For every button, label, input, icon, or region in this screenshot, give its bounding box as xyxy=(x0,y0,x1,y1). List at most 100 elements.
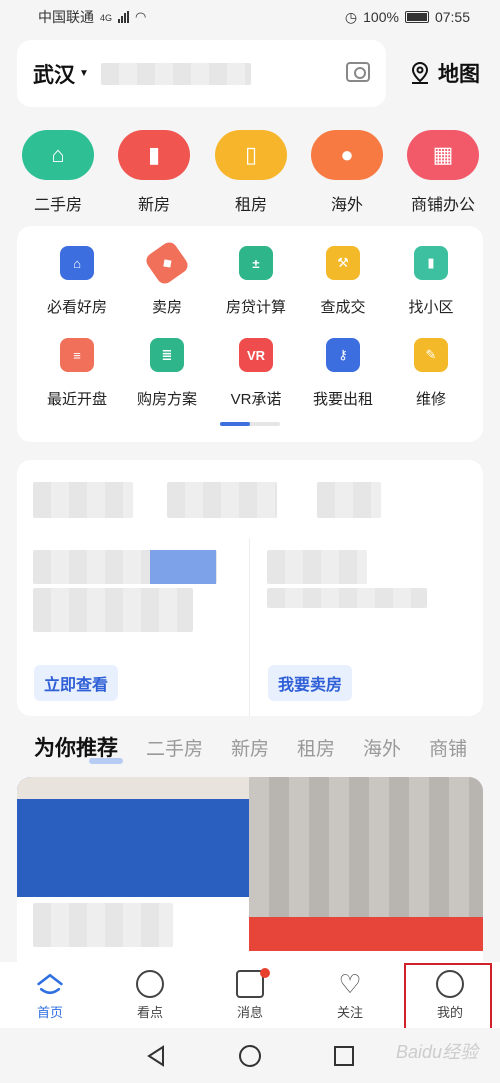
tool-label: 房贷计算 xyxy=(225,299,286,316)
nav-discover[interactable]: 看点 xyxy=(100,962,200,1028)
tab-recommend[interactable]: 为你推荐 xyxy=(34,732,123,764)
listing-image xyxy=(249,777,483,917)
home-circle-icon[interactable] xyxy=(238,1044,262,1068)
category-second-hand[interactable]: ⌂ 二手房 xyxy=(18,130,98,215)
tool-sell-house[interactable]: ◆ 卖房 xyxy=(121,239,213,317)
nav-label: 看点 xyxy=(136,1004,163,1020)
tool-rent-out[interactable]: ⚷ 我要出租 xyxy=(297,338,389,409)
page-indicator xyxy=(220,422,280,426)
shop-icon: ▦ xyxy=(407,130,479,180)
discover-icon xyxy=(136,969,164,998)
tab-new-house[interactable]: 新房 xyxy=(231,734,269,761)
signal-icon xyxy=(118,11,130,23)
key-icon: ⚷ xyxy=(326,338,360,372)
blurred-content xyxy=(150,550,216,584)
blurred-content xyxy=(167,482,277,518)
category-shop-office[interactable]: ▦ 商铺办公 xyxy=(403,130,483,215)
blurred-content xyxy=(267,588,427,608)
tool-label: 必看好房 xyxy=(46,299,107,316)
tool-label: 我要出租 xyxy=(312,391,373,408)
tool-label: VR承诺 xyxy=(230,391,282,408)
tool-vr-promise[interactable]: VR VR承诺 xyxy=(210,338,302,409)
battery-percent: 100% xyxy=(363,9,399,25)
blurred-content xyxy=(317,482,381,518)
tool-label: 最近开盘 xyxy=(46,391,107,408)
view-now-button[interactable]: 立即查看 xyxy=(34,665,119,701)
globe-icon: ● xyxy=(311,130,383,180)
home-icon xyxy=(37,973,63,994)
carrier-name: 中国联通 xyxy=(38,9,94,25)
map-pin-icon xyxy=(411,61,429,84)
tool-recent-opening[interactable]: ≡ 最近开盘 xyxy=(31,338,123,409)
tool-label: 找小区 xyxy=(408,299,454,316)
nav-label: 消息 xyxy=(236,1004,263,1020)
category-label: 商铺办公 xyxy=(410,197,475,214)
tool-label: 购房方案 xyxy=(136,391,197,408)
chart-icon: ≡ xyxy=(60,338,94,372)
highlight-box xyxy=(404,963,492,1031)
tool-label: 维修 xyxy=(415,391,446,408)
heart-icon: ♡ xyxy=(338,968,362,999)
gavel-icon: ⚒ xyxy=(326,246,360,280)
tool-deals[interactable]: ⚒ 查成交 xyxy=(297,246,389,317)
sell-house-button[interactable]: 我要卖房 xyxy=(268,665,353,701)
tab-overseas[interactable]: 海外 xyxy=(363,734,401,761)
nav-home[interactable]: 首页 xyxy=(0,962,100,1028)
document-icon: ≣ xyxy=(150,338,184,372)
battery-icon xyxy=(404,11,429,23)
clock: 07:55 xyxy=(434,9,470,25)
category-label: 海外 xyxy=(330,197,363,214)
recommend-tabs: 为你推荐 二手房 新房 租房 海外 商铺 xyxy=(34,732,500,766)
nav-follow[interactable]: ♡ 关注 xyxy=(300,962,400,1028)
search-bar[interactable]: 武汉 ▼ xyxy=(17,40,386,107)
tool-must-see[interactable]: ⌂ 必看好房 xyxy=(31,246,123,317)
tool-purchase-plan[interactable]: ≣ 购房方案 xyxy=(121,338,213,409)
caret-down-icon[interactable]: ▼ xyxy=(79,68,89,79)
nav-messages[interactable]: 消息 xyxy=(200,962,300,1028)
alarm-icon: ◷ xyxy=(344,8,358,25)
blurred-content xyxy=(33,482,133,518)
category-label: 二手房 xyxy=(33,197,82,214)
back-icon[interactable] xyxy=(145,1044,167,1068)
divider xyxy=(249,538,250,716)
shield-house-icon: ⌂ xyxy=(60,246,94,280)
tool-label: 查成交 xyxy=(320,299,366,316)
map-label: 地图 xyxy=(438,63,480,86)
watermark-logo: Baidu经验 xyxy=(395,1042,478,1062)
wifi-icon: ◠ xyxy=(135,9,147,24)
category-overseas[interactable]: ● 海外 xyxy=(307,130,387,215)
blurred-content xyxy=(267,550,367,584)
tab-rent[interactable]: 租房 xyxy=(297,734,335,761)
blurred-content xyxy=(33,903,173,947)
network-type: 4G xyxy=(100,13,113,23)
listing-image xyxy=(17,777,249,799)
category-label: 新房 xyxy=(137,197,170,214)
category-label: 租房 xyxy=(234,197,267,214)
door-icon: ▯ xyxy=(215,130,287,180)
notification-badge xyxy=(260,968,270,978)
vr-icon: VR xyxy=(239,338,273,372)
building-icon: ▮ xyxy=(414,246,448,280)
tool-repair[interactable]: ✎ 维修 xyxy=(385,338,477,409)
recents-icon[interactable] xyxy=(333,1045,355,1067)
category-rent[interactable]: ▯ 租房 xyxy=(211,130,291,215)
nav-label: 首页 xyxy=(36,1004,63,1020)
tab-second-hand[interactable]: 二手房 xyxy=(146,734,203,761)
building-icon: ▮ xyxy=(118,130,190,180)
tool-mortgage-calc[interactable]: ± 房贷计算 xyxy=(210,246,302,317)
info-card: 立即查看 我要卖房 xyxy=(17,460,483,716)
listing-card[interactable] xyxy=(17,777,483,962)
search-input[interactable] xyxy=(100,62,251,85)
house-icon: ⌂ xyxy=(22,130,94,180)
tab-shop[interactable]: 商铺 xyxy=(429,734,467,761)
blurred-content xyxy=(33,588,193,632)
map-button[interactable]: 地图 xyxy=(408,58,480,88)
tool-label: 卖房 xyxy=(151,299,182,316)
city-selector[interactable]: 武汉 xyxy=(33,59,75,89)
tools-grid: ⌂ 必看好房 ◆ 卖房 ± 房贷计算 ⚒ 查成交 ▮ 找小区 ≡ 最近开盘 ≣ … xyxy=(17,226,483,442)
tool-find-community[interactable]: ▮ 找小区 xyxy=(385,246,477,317)
calculator-icon: ± xyxy=(239,246,273,280)
category-row: ⌂ 二手房 ▮ 新房 ▯ 租房 ● 海外 ▦ 商铺办公 xyxy=(0,130,500,214)
camera-icon[interactable] xyxy=(346,62,370,82)
category-new-house[interactable]: ▮ 新房 xyxy=(114,130,194,215)
